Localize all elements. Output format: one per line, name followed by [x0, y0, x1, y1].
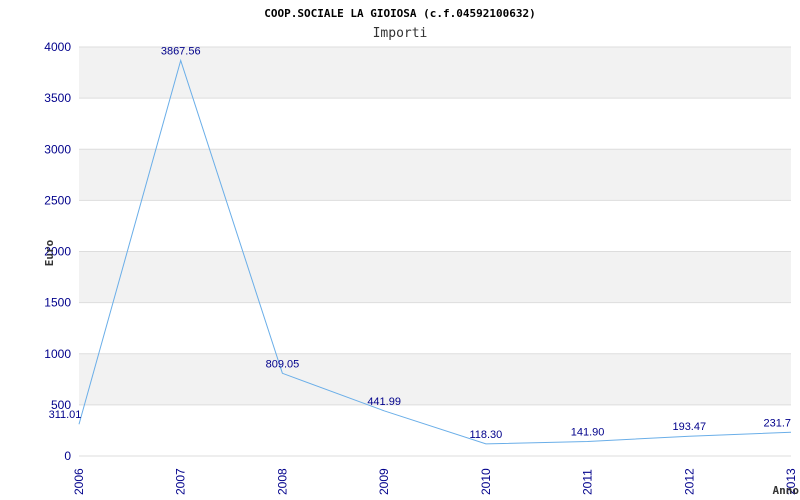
- data-label: 141.90: [571, 426, 605, 438]
- y-tick-label: 4000: [44, 40, 71, 54]
- x-axis-ticks: 2006 2007 2008 2009 2010 2011 2012 2013: [72, 468, 798, 495]
- y-tick-label: 1500: [44, 296, 71, 310]
- y-tick-label: 2500: [44, 193, 71, 207]
- data-label: 118.30: [469, 429, 502, 441]
- chart-title: COOP.SOCIALE LA GIOIOSA (c.f.04592100632…: [264, 7, 536, 20]
- x-tick-label: 2009: [377, 468, 391, 495]
- plot-band: [79, 353, 791, 405]
- y-tick-label: 3000: [44, 142, 71, 156]
- plot-bands: [79, 47, 791, 405]
- data-label: 809.05: [266, 358, 300, 370]
- x-tick-label: 2007: [174, 468, 188, 495]
- x-axis-label: Anno: [773, 484, 800, 497]
- x-tick-label: 2011: [581, 469, 595, 495]
- data-label: 3867.56: [161, 46, 201, 58]
- y-tick-label: 0: [64, 449, 71, 463]
- data-label: 441.99: [367, 396, 401, 408]
- x-tick-label: 2008: [275, 468, 289, 495]
- data-label: 193.47: [672, 421, 706, 433]
- data-label: 231.7: [763, 417, 791, 429]
- x-tick-label: 2010: [479, 468, 493, 495]
- y-tick-label: 3500: [44, 91, 71, 105]
- x-tick-label: 2006: [72, 468, 86, 495]
- x-tick-label: 2012: [682, 468, 696, 495]
- data-label: 311.01: [49, 409, 82, 421]
- chart-subtitle: Importi: [373, 26, 428, 41]
- plot-band: [79, 149, 791, 201]
- y-tick-label: 1000: [44, 347, 71, 361]
- plot-band: [79, 251, 791, 303]
- y-axis-label: Euro: [43, 239, 56, 266]
- line-chart: COOP.SOCIALE LA GIOIOSA (c.f.04592100632…: [43, 7, 800, 497]
